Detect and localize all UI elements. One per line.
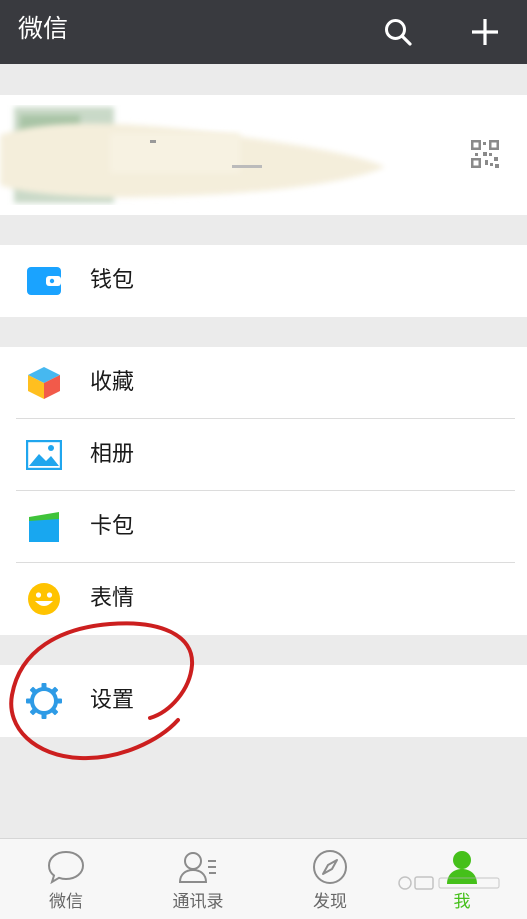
bottom-tab-bar: 微信 通讯录 发现 我 [0,838,527,919]
menu-item-favorites[interactable]: 收藏 [0,347,527,419]
smiley-icon [26,581,62,617]
collections-group: 收藏 相册 卡包 表情 [0,347,527,635]
tab-label: 微信 [49,892,83,912]
blurred-avatar [0,107,385,203]
menu-label-stickers: 表情 [90,586,135,611]
tab-label: 通讯录 [172,892,224,912]
wallet-icon [26,263,62,299]
tab-contacts[interactable]: 通讯录 [132,839,264,919]
plus-icon [472,19,498,45]
app-title: 微信 [18,14,69,43]
menu-item-wallet[interactable]: 钱包 [0,245,527,317]
tab-label: 我 [453,892,471,912]
picture-icon [26,437,62,473]
menu-label-wallet: 钱包 [90,268,135,293]
menu-item-settings[interactable]: 设置 [0,665,527,737]
tab-label: 发现 [313,892,347,912]
search-icon [385,19,412,46]
tab-me[interactable]: 我 [396,839,527,919]
menu-item-album[interactable]: 相册 [0,419,527,491]
cube-icon [26,365,62,401]
settings-group: 设置 [0,665,527,737]
tab-discover[interactable]: 发现 [264,839,396,919]
menu-label-cards: 卡包 [90,514,135,539]
add-button[interactable] [463,10,507,54]
tab-chats[interactable]: 微信 [0,839,132,919]
menu-item-cards[interactable]: 卡包 [0,491,527,563]
menu-label-album: 相册 [90,442,135,467]
profile-card[interactable] [0,95,527,215]
contacts-icon [178,849,218,885]
card-pack-icon [26,509,62,545]
menu-label-favorites: 收藏 [90,370,135,395]
person-icon [442,849,482,885]
gear-icon [26,683,62,719]
search-button[interactable] [376,10,420,54]
menu-label-settings: 设置 [90,688,135,713]
qr-code-icon[interactable] [471,140,499,168]
chat-bubble-icon [46,849,86,885]
top-bar: 微信 [0,0,527,64]
menu-item-stickers[interactable]: 表情 [0,563,527,635]
wallet-group: 钱包 [0,245,527,317]
compass-icon [310,849,350,885]
